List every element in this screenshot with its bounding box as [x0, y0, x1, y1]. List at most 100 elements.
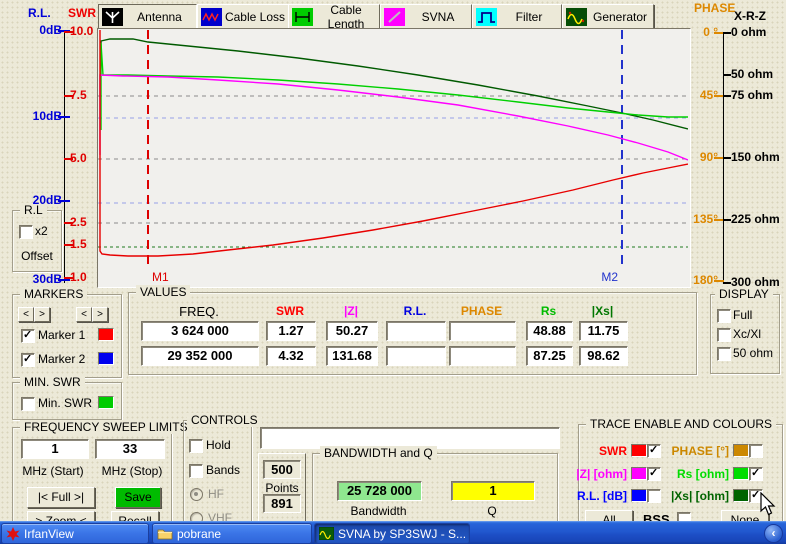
- value-m2-rl[interactable]: [386, 346, 446, 366]
- right-axis-ohm-label-tick: [723, 219, 731, 221]
- trace-rs-swatch[interactable]: [733, 467, 749, 480]
- taskbar-item-irfanview[interactable]: IrfanView: [1, 523, 149, 544]
- marker1-prev-button[interactable]: <: [18, 307, 34, 322]
- value-m2-freq[interactable]: 29 352 000: [141, 346, 259, 366]
- values-group: VALUES FREQ. SWR |Z| R.L. PHASE Rs |Xs| …: [128, 292, 697, 375]
- bands-checkbox[interactable]: [189, 464, 203, 478]
- points-current-field[interactable]: 891: [263, 494, 301, 513]
- taskbar-item-pobrane[interactable]: pobrane: [152, 523, 312, 544]
- trace-swr-swatch[interactable]: [631, 444, 647, 457]
- trace-rl-checkbox[interactable]: [647, 489, 661, 503]
- cable-loss-button[interactable]: Cable Loss: [197, 4, 289, 30]
- markers-legend: MARKERS: [20, 287, 87, 301]
- bandwidth-value-field[interactable]: 25 728 000: [337, 481, 422, 501]
- marker1-color-swatch[interactable]: [98, 328, 114, 341]
- antenna-icon: [102, 8, 123, 26]
- marker2-color-swatch[interactable]: [98, 352, 114, 365]
- trace-xs-swatch[interactable]: [733, 489, 749, 502]
- q-value-field[interactable]: 1: [451, 481, 535, 501]
- left-axis-swr-label-tick: [64, 158, 73, 160]
- value-m1-rs[interactable]: 48.88: [526, 321, 573, 341]
- taskbar-item-svna[interactable]: SVNA by SP3SWJ - S...: [314, 523, 470, 544]
- display-full-checkbox[interactable]: [717, 309, 731, 323]
- display-full-label: Full: [733, 308, 752, 322]
- marker1-next-button[interactable]: >: [34, 307, 50, 322]
- filter-button[interactable]: Filter: [472, 4, 562, 30]
- value-m2-phase[interactable]: [449, 346, 516, 366]
- values-header-z: |Z|: [326, 304, 376, 318]
- value-m2-xs[interactable]: 98.62: [579, 346, 628, 366]
- left-axis-swr-label: 1.5: [70, 238, 98, 251]
- value-m1-swr[interactable]: 1.27: [266, 321, 316, 341]
- value-m1-freq[interactable]: 3 624 000: [141, 321, 259, 341]
- svna-button-label: SVNA: [405, 10, 471, 24]
- svg-text:M1: M1: [152, 270, 169, 284]
- values-header-freq: FREQ.: [141, 304, 257, 319]
- marker2-prev-button[interactable]: <: [76, 307, 92, 322]
- value-m1-rl[interactable]: [386, 321, 446, 341]
- min-swr-color-swatch[interactable]: [98, 396, 114, 409]
- hf-label: HF: [208, 487, 224, 501]
- antenna-button[interactable]: Antenna: [98, 4, 197, 30]
- trace-z-checkbox[interactable]: [647, 467, 661, 481]
- value-m1-xs[interactable]: 11.75: [579, 321, 628, 341]
- taskbar-collapse-button[interactable]: ‹: [764, 524, 783, 543]
- freq-stop-label: MHz (Stop): [95, 464, 169, 478]
- left-axis-swr-label: 5.0: [70, 152, 98, 165]
- chart-traces-svg: M1M2: [98, 29, 688, 285]
- values-header-rs: Rs: [526, 304, 571, 318]
- trace-rs-label: Rs [ohm]: [665, 467, 729, 481]
- trace-z-swatch[interactable]: [631, 467, 647, 480]
- right-axis-ohm-label-tick: [723, 74, 731, 76]
- display-legend: DISPLAY: [715, 287, 773, 301]
- trace-phase-swatch[interactable]: [733, 444, 749, 457]
- marker2-next-button[interactable]: >: [92, 307, 108, 322]
- trace-phase-checkbox[interactable]: [749, 444, 763, 458]
- marker2-checkbox[interactable]: [21, 353, 35, 367]
- min-swr-legend: MIN. SWR: [20, 375, 85, 389]
- q-label: Q: [451, 504, 533, 518]
- min-swr-checkbox[interactable]: [21, 397, 35, 411]
- cable-length-button[interactable]: Cable Length: [288, 4, 380, 30]
- value-m2-z[interactable]: 131.68: [326, 346, 378, 366]
- trace-rs-checkbox[interactable]: [749, 467, 763, 481]
- value-m1-z[interactable]: 50.27: [326, 321, 378, 341]
- full-span-button[interactable]: |< Full >|: [27, 487, 95, 508]
- chart-plot-area[interactable]: M1M2: [97, 28, 691, 288]
- value-m1-phase[interactable]: [449, 321, 516, 341]
- freq-start-input[interactable]: 1: [21, 439, 89, 459]
- trace-xs-label: |Xs| [ohm]: [665, 489, 729, 503]
- save-button[interactable]: Save: [115, 487, 161, 508]
- generator-button[interactable]: Generator: [562, 4, 654, 30]
- hf-radio[interactable]: [190, 488, 203, 501]
- generator-icon: [566, 8, 587, 26]
- left-axis-swr-label-tick: [64, 31, 73, 33]
- taskbar-item-irfanview-label: IrfanView: [24, 527, 74, 541]
- value-m2-swr[interactable]: 4.32: [266, 346, 316, 366]
- values-legend: VALUES: [136, 285, 190, 299]
- marker1-checkbox[interactable]: [21, 329, 35, 343]
- hold-checkbox[interactable]: [189, 439, 203, 453]
- trace-rl-swatch[interactable]: [631, 489, 647, 502]
- left-axis-db-label-tick: [58, 279, 70, 281]
- svna-app-icon: [319, 527, 334, 540]
- filter-icon: [476, 8, 497, 26]
- swr-axis-title: SWR: [68, 6, 96, 20]
- freq-stop-input[interactable]: 33: [95, 439, 165, 459]
- trace-phase-label: PHASE [°]: [665, 444, 729, 458]
- right-axis-ohm-label: 50 ohm: [731, 68, 785, 81]
- value-m2-rs[interactable]: 87.25: [526, 346, 573, 366]
- marker2-label: Marker 2: [38, 352, 85, 366]
- display-xcxl-checkbox[interactable]: [717, 328, 731, 342]
- trace-swr-checkbox[interactable]: [647, 444, 661, 458]
- controls-legend: CONTROLS: [187, 413, 262, 427]
- left-axis-db-label: 30dB: [16, 273, 62, 286]
- rl-x2-checkbox[interactable]: [19, 225, 33, 239]
- points-max-field[interactable]: 500: [263, 460, 301, 479]
- left-axis-swr-label-tick: [64, 95, 73, 97]
- taskbar: IrfanView pobrane SVNA by SP3SWJ - S... …: [0, 521, 786, 544]
- left-axis-db-label-tick: [58, 116, 70, 118]
- svna-button[interactable]: SVNA: [380, 4, 472, 30]
- display-50ohm-checkbox[interactable]: [717, 347, 731, 361]
- trace-swr-label: SWR: [579, 444, 627, 458]
